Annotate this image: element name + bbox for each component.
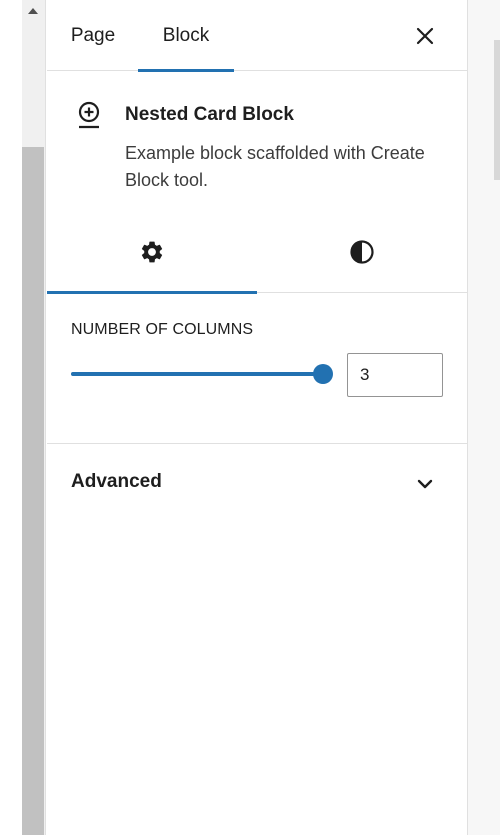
- right-scrollbar-thumb[interactable]: [494, 40, 500, 180]
- sidebar-tabs: Page Block: [47, 0, 467, 72]
- close-settings-button[interactable]: [409, 20, 441, 52]
- settings-sidebar: Page Block Nested Card Block Example blo…: [47, 0, 467, 835]
- left-scrollbar[interactable]: [22, 0, 46, 835]
- tab-block-label: Block: [162, 24, 210, 46]
- slider-track: [71, 372, 323, 376]
- settings-panel-body: Number of columns: [47, 293, 467, 444]
- block-title: Nested Card Block: [125, 104, 294, 125]
- close-icon: [416, 27, 434, 45]
- columns-label: Number of columns: [71, 321, 254, 338]
- left-scrollbar-thumb[interactable]: [22, 147, 44, 835]
- columns-range-slider[interactable]: [71, 364, 333, 384]
- advanced-label: Advanced: [71, 471, 162, 492]
- tab-block[interactable]: Block: [138, 0, 234, 72]
- block-description: Example block scaffolded with Create Blo…: [125, 143, 425, 190]
- tab-settings[interactable]: [47, 211, 257, 294]
- advanced-panel-toggle[interactable]: Advanced: [47, 444, 467, 522]
- tab-page-label: Page: [70, 24, 116, 46]
- right-scrollbar[interactable]: [467, 0, 500, 835]
- columns-number-input[interactable]: [347, 353, 443, 397]
- smiley-add-icon: [75, 100, 103, 130]
- contrast-icon: [350, 240, 374, 264]
- scroll-up-arrow-icon[interactable]: [28, 8, 38, 14]
- tab-page[interactable]: Page: [61, 0, 125, 71]
- chevron-down-icon: [417, 479, 433, 489]
- slider-thumb[interactable]: [313, 364, 333, 384]
- gear-icon: [141, 241, 163, 263]
- inspector-tabs: [47, 211, 467, 294]
- tab-styles[interactable]: [257, 211, 467, 293]
- block-card: Nested Card Block Example block scaffold…: [47, 71, 467, 211]
